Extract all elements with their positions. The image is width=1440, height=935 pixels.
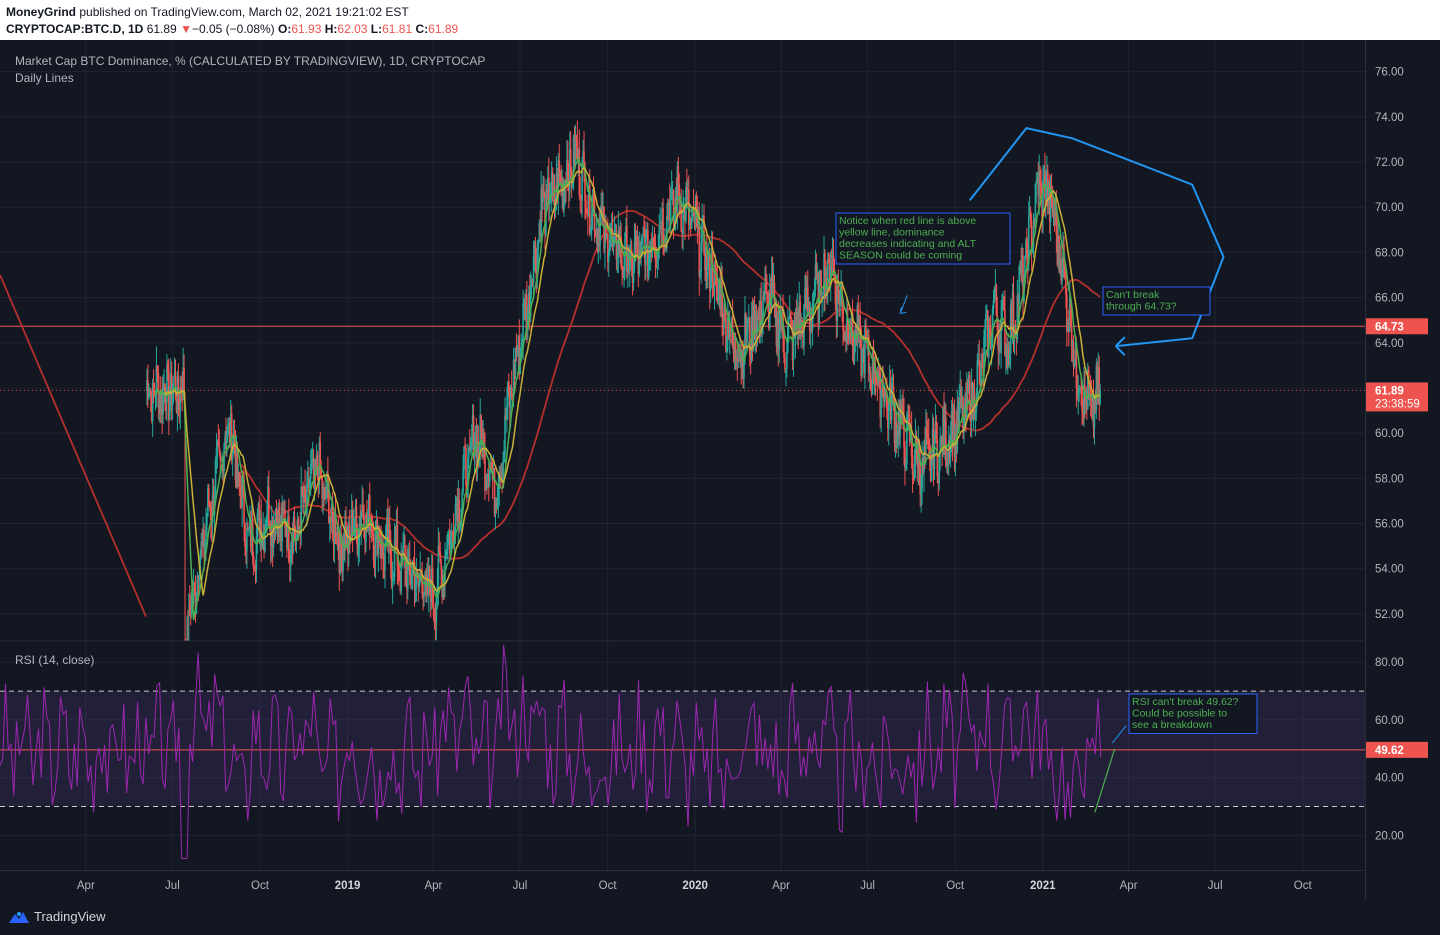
horizontal-lines[interactable] (0, 325, 1366, 751)
price-tick-label: 52.00 (1375, 609, 1404, 621)
candle-body (786, 352, 788, 369)
price-tick-label: 54.00 (1375, 564, 1404, 576)
candle-body (747, 322, 749, 332)
annotations[interactable]: Notice when red line is aboveyellow line… (835, 212, 1258, 734)
candle-body (936, 440, 939, 477)
price-labels: 64.73 61.8923:38:59 49.62 (1366, 318, 1428, 758)
time-tick-label: Apr (772, 880, 790, 892)
price-tick-label: 70.00 (1375, 202, 1404, 214)
candle-body (911, 455, 914, 475)
time-tick-label: 2020 (682, 880, 708, 892)
rsi-title: RSI (14, close) (15, 653, 94, 667)
price-tick-label: 60.00 (1375, 428, 1404, 440)
time-tick-label: Jul (165, 880, 180, 892)
time-tick-label: Jul (1208, 880, 1223, 892)
time-tick-label: Oct (946, 880, 965, 892)
time-tick-label: 2019 (335, 880, 361, 892)
low-value: 61.81 (382, 22, 413, 36)
note-rsi-line: RSI can't break 49.62? (1132, 696, 1239, 708)
candle-body (504, 415, 506, 455)
price-tick-label: 66.00 (1375, 293, 1404, 305)
candle-body (407, 568, 409, 590)
note-rsi-line: Could be possible to (1132, 708, 1227, 720)
note-break-line: through 64.73? (1106, 301, 1177, 313)
chart-svg[interactable]: Notice when red line is aboveyellow line… (0, 40, 1440, 900)
tradingview-logo-icon[interactable] (8, 909, 30, 925)
candle-body (172, 376, 175, 387)
open-value: 61.93 (291, 22, 322, 36)
candle-body (268, 486, 270, 524)
candle-body (658, 227, 661, 248)
time-axis[interactable]: Apr Jul Oct 2019 Apr Jul Oct 2020 Apr Jul Oct 2021 A… (77, 880, 1313, 892)
time-tick-label: Oct (251, 880, 270, 892)
price-tick-label: 74.00 (1375, 112, 1404, 124)
rsi-tick-label: 20.00 (1375, 830, 1404, 842)
candle-body (206, 516, 208, 526)
open-label: O: (278, 22, 292, 36)
price-tick-label: 72.00 (1375, 157, 1404, 169)
candle-body (440, 562, 442, 571)
down-arrow-icon: ▼ (180, 22, 192, 36)
price-tick-label: 68.00 (1375, 247, 1404, 259)
low-label: L: (370, 22, 383, 36)
close-label: C: (415, 22, 429, 36)
price-axis[interactable]: 52.0054.0056.0058.0060.0062.0064.0066.00… (1375, 67, 1404, 843)
price-tick-label: 58.00 (1375, 473, 1404, 485)
time-tick-label: Oct (1294, 880, 1313, 892)
note-break-line: Can't break (1106, 289, 1160, 301)
time-tick-label: 2021 (1030, 880, 1056, 892)
candle-body (1099, 390, 1101, 404)
candle-body (583, 151, 585, 163)
symbol-name[interactable]: CRYPTOCAP:BTC.D, 1D (6, 22, 143, 36)
chart-title: Market Cap BTC Dominance, % (CALCULATED … (15, 54, 485, 68)
candle-body (246, 528, 248, 551)
author-name[interactable]: MoneyGrind (6, 5, 76, 19)
candle-body (784, 358, 786, 370)
rsi-level-label-text: 49.62 (1375, 745, 1404, 757)
price-change: −0.05 (−0.08%) (191, 22, 275, 36)
note-alt-season-line: Notice when red line is above (839, 215, 976, 227)
last-value: 61.89 (146, 22, 177, 36)
publish-info: MoneyGrind published on TradingView.com,… (6, 5, 409, 19)
note-rsi-line: see a breakdown (1132, 719, 1212, 731)
rsi-tick-label: 60.00 (1375, 715, 1404, 727)
rsi-tick-label: 40.00 (1375, 773, 1404, 785)
publish-date: published on TradingView.com, March 02, … (79, 5, 409, 19)
price-tick-label: 56.00 (1375, 519, 1404, 531)
time-tick-label: Apr (77, 880, 95, 892)
note-alt-season-line: decreases indicating and ALT (839, 238, 977, 250)
time-tick-label: Apr (424, 880, 442, 892)
price-tick-label: 64.00 (1375, 338, 1404, 350)
last-price-label-text: 61.89 (1375, 385, 1404, 397)
price-tick-label: 76.00 (1375, 67, 1404, 79)
chart-subtitle: Daily Lines (15, 71, 74, 85)
candle-body (842, 303, 844, 331)
candle-body (465, 448, 467, 486)
publish-header: MoneyGrind published on TradingView.com,… (0, 0, 1440, 40)
close-value: 61.89 (428, 22, 459, 36)
candle-body (463, 446, 465, 470)
symbol-info: CRYPTOCAP:BTC.D, 1D 61.89 ▼−0.05 (−0.08%… (6, 22, 458, 36)
chart-area[interactable]: Notice when red line is above yellow line… (0, 40, 1440, 900)
candle-body (662, 208, 664, 239)
high-label: H: (324, 22, 338, 36)
candles (146, 120, 1101, 641)
tradingview-brand[interactable]: TradingView (34, 909, 106, 924)
time-tick-label: Apr (1120, 880, 1138, 892)
candle-body (859, 316, 861, 329)
resistance-price-label-text: 64.73 (1375, 321, 1404, 333)
note-alt-season-line: yellow line, dominance (839, 227, 945, 239)
pointer-arrowhead-1 (899, 307, 907, 314)
time-tick-label: Jul (860, 880, 875, 892)
candle-body (698, 221, 701, 277)
rsi-tick-label: 80.00 (1375, 657, 1404, 669)
time-tick-label: Jul (513, 880, 528, 892)
note-alt-season-line: SEASON could be coming (839, 250, 962, 262)
high-value: 62.03 (337, 22, 368, 36)
last-price-label-text: 23:38:59 (1375, 398, 1420, 410)
footer: TradingView (0, 900, 1440, 935)
time-tick-label: Oct (599, 880, 618, 892)
